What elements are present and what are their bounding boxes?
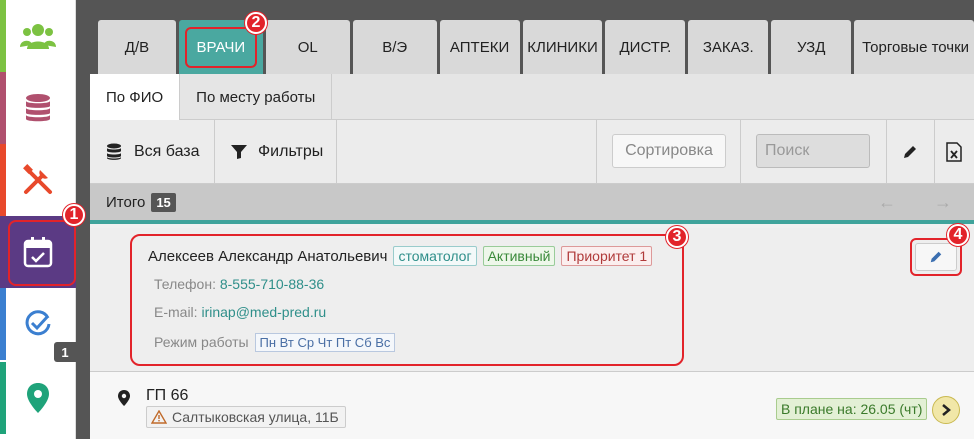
tab-dv[interactable]: Д/В bbox=[98, 20, 176, 74]
tab-uzd[interactable]: УЗД bbox=[771, 20, 852, 74]
toolbar-divider bbox=[740, 120, 741, 184]
filters-button[interactable]: Фильтры bbox=[214, 120, 339, 184]
phone-row: Телефон: 8-555-710-88-36 bbox=[154, 276, 324, 292]
tab-doctors-label: ВРАЧИ bbox=[184, 26, 258, 68]
marker-4: 4 bbox=[947, 224, 969, 246]
chevron-right-icon bbox=[942, 404, 951, 416]
search-input[interactable] bbox=[756, 134, 870, 168]
sidebar-item-map[interactable] bbox=[0, 362, 76, 434]
email-label: E-mail: bbox=[154, 304, 198, 320]
schedule-days: Пн Вт Ср Чт Пт Сб Вс bbox=[254, 333, 396, 352]
schedule-label: Режим работы bbox=[154, 334, 249, 350]
sort-button[interactable]: Сортировка bbox=[612, 134, 726, 168]
totals-bar: Итого 15 ← → bbox=[90, 184, 974, 224]
marker-1: 1 bbox=[63, 204, 85, 226]
phone-value[interactable]: 8-555-710-88-36 bbox=[220, 276, 324, 292]
totals-count: 15 bbox=[151, 192, 176, 212]
main-tabs: Д/В ВРАЧИ OL В/Э АПТЕКИ КЛИНИКИ ДИСТР. З… bbox=[90, 20, 974, 74]
map-marker-icon bbox=[118, 390, 130, 406]
pencil-icon bbox=[904, 146, 916, 158]
totals-label: Итого bbox=[106, 193, 146, 211]
tab-distributors[interactable]: ДИСТР. bbox=[605, 20, 686, 74]
sidebar-item-tools[interactable] bbox=[0, 144, 76, 216]
all-base-label: Вся база bbox=[134, 143, 200, 160]
edit-doctor-button-inner bbox=[915, 243, 957, 271]
warning-icon bbox=[151, 410, 167, 424]
email-value[interactable]: irinap@med-pred.ru bbox=[201, 304, 326, 320]
marker-2: 2 bbox=[245, 12, 267, 34]
toolbar-divider bbox=[596, 120, 597, 184]
users-icon bbox=[20, 24, 56, 49]
check-circle-icon bbox=[25, 310, 51, 336]
edit-list-button[interactable] bbox=[886, 120, 934, 184]
tab-ol[interactable]: OL bbox=[265, 20, 350, 74]
priority-badge: Приоритет 1 bbox=[561, 246, 653, 266]
tools-icon bbox=[23, 164, 52, 194]
go-button[interactable] bbox=[932, 396, 960, 424]
sub-tabs: По ФИО По месту работы bbox=[90, 74, 974, 120]
database-icon bbox=[107, 143, 121, 160]
tab-ve[interactable]: В/Э bbox=[352, 20, 437, 74]
subtab-by-workplace[interactable]: По месту работы bbox=[180, 74, 333, 120]
phone-label: Телефон: bbox=[154, 276, 216, 292]
pencil-icon bbox=[930, 251, 942, 263]
doctor-name: Алексеев Александр Анатольевич bbox=[148, 247, 388, 265]
tab-trade-points[interactable]: Торговые точки bbox=[854, 20, 974, 74]
sidebar-highlight bbox=[8, 220, 76, 286]
map-pin-icon bbox=[27, 383, 49, 413]
sidebar-item-users[interactable] bbox=[0, 0, 76, 72]
tab-clinics[interactable]: КЛИНИКИ bbox=[522, 20, 603, 74]
workplace-address-text: Салтыковская улица, 11Б bbox=[172, 409, 339, 425]
frame-top bbox=[76, 0, 974, 20]
all-base-button[interactable]: Вся база bbox=[90, 120, 216, 184]
schedule-row: Режим работы Пн Вт Ср Чт Пт Сб Вс bbox=[154, 333, 396, 352]
database-icon bbox=[26, 94, 50, 122]
doctor-card[interactable]: Алексеев Александр Анатольевич стоматоло… bbox=[90, 228, 974, 372]
toolbar: Вся база Фильтры Сортировка bbox=[90, 120, 974, 184]
filters-label: Фильтры bbox=[258, 143, 324, 160]
sidebar-item-database[interactable] bbox=[0, 72, 76, 144]
workplace-address: Салтыковская улица, 11Б bbox=[146, 406, 346, 428]
plan-badge: В плане на: 26.05 (чт) bbox=[776, 398, 928, 420]
workplace-row[interactable]: ГП 66 Салтыковская улица, 11Б В плане на… bbox=[90, 372, 974, 439]
arrow-right-icon[interactable]: → bbox=[934, 192, 952, 213]
excel-file-icon bbox=[946, 142, 962, 162]
status-badge: Активный bbox=[482, 246, 556, 266]
arrow-left-icon[interactable]: ← bbox=[878, 192, 896, 213]
workplace-name: ГП 66 bbox=[146, 387, 189, 404]
filter-icon bbox=[231, 145, 247, 159]
marker-3: 3 bbox=[666, 226, 688, 248]
export-excel-button[interactable] bbox=[934, 120, 974, 184]
specialty-badge: стоматолог bbox=[393, 246, 477, 266]
toolbar-divider bbox=[336, 120, 337, 184]
email-row: E-mail: irinap@med-pred.ru bbox=[154, 304, 326, 320]
tab-orders[interactable]: ЗАКАЗ. bbox=[688, 20, 769, 74]
tab-pharmacies[interactable]: АПТЕКИ bbox=[439, 20, 520, 74]
subtab-by-name[interactable]: По ФИО bbox=[90, 74, 181, 120]
sidebar-badge: 1 bbox=[54, 342, 76, 362]
doctor-name-row: Алексеев Александр Анатольевич стоматоло… bbox=[148, 246, 653, 266]
